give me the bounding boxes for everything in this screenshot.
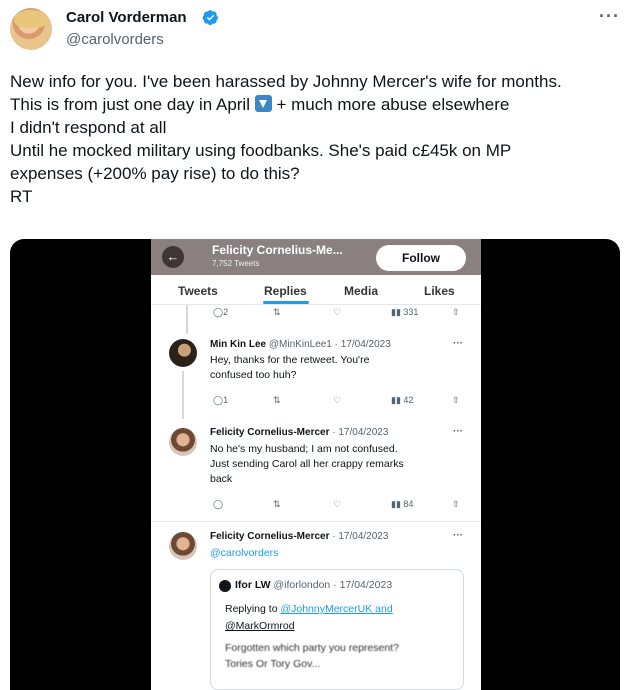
- author-handle[interactable]: @carolvorders: [66, 31, 164, 48]
- retweet-icon: ⇅: [273, 499, 281, 509]
- share-icon: ⇧: [452, 307, 460, 317]
- thread-line: [186, 305, 188, 334]
- share-icon: ⇧: [452, 499, 460, 509]
- tweet-line: RT: [10, 187, 33, 206]
- like-icon: ♡: [333, 307, 342, 317]
- tweet-count: 7,752 Tweets: [212, 259, 260, 268]
- reply-icon: ◯2: [213, 307, 229, 317]
- tweet-line: I didn't respond at all: [10, 118, 167, 137]
- verified-badge-icon: [202, 10, 218, 26]
- profile-header-bar: ← Felicity Cornelius-Me... 7,752 Tweets …: [151, 239, 481, 275]
- avatar: [169, 532, 197, 560]
- tab-likes: Likes: [424, 284, 455, 298]
- active-tab-indicator: [263, 301, 309, 304]
- profile-name: Felicity Cornelius-Me...: [212, 243, 343, 257]
- avatar: [169, 428, 197, 456]
- share-icon: ⇧: [452, 395, 460, 405]
- reply-text: Hey, thanks for the retweet. You're conf…: [210, 354, 370, 381]
- retweet-icon: ⇅: [273, 395, 281, 405]
- author-display-name[interactable]: Carol Vorderman: [66, 9, 187, 26]
- tab-replies: Replies: [264, 284, 307, 298]
- replying-to: Replying to @JohnnyMercerUK and: [225, 603, 393, 615]
- avatar: [219, 580, 231, 592]
- more-icon: ···: [453, 338, 463, 349]
- reply-icon: ◯1: [213, 395, 229, 405]
- reply-icon: ◯: [213, 499, 224, 509]
- tweet-text: New info for you. I've been harassed by …: [10, 70, 625, 208]
- reply-author: Min Kin Lee @MinKinLee1 · 17/04/2023: [210, 339, 391, 350]
- quoted-text: Forgotten which party you represent?: [225, 642, 399, 654]
- replying-to-link: @MarkOrmrod: [225, 620, 295, 632]
- tweet-line: This is from just one day in April + muc…: [10, 95, 510, 114]
- more-icon: ···: [453, 530, 463, 541]
- like-icon: ♡: [333, 395, 342, 405]
- reply-author: Felicity Cornelius-Mercer · 17/04/2023: [210, 531, 389, 542]
- tweet-line: expenses (+200% pay rise) to do this?: [10, 164, 300, 183]
- tweet-line: New info for you. I've been harassed by …: [10, 72, 562, 91]
- embedded-screenshot: ← Felicity Cornelius-Me... 7,752 Tweets …: [151, 239, 481, 690]
- more-icon: ···: [453, 426, 463, 437]
- tab-tweets: Tweets: [178, 284, 218, 298]
- retweet-icon: ⇅: [273, 307, 281, 317]
- profile-tabs: Tweets Replies Media Likes: [151, 275, 481, 305]
- tweet-line: Until he mocked military using foodbanks…: [10, 141, 512, 160]
- reply-author: Felicity Cornelius-Mercer · 17/04/2023: [210, 427, 389, 438]
- author-avatar[interactable]: [10, 8, 52, 50]
- more-icon[interactable]: ···: [599, 6, 620, 27]
- views-icon: ▮▮ 42: [391, 395, 414, 405]
- quoted-tweet: Ifor LW @iforlondon · 17/04/2023 Replyin…: [210, 569, 464, 690]
- divider: [151, 521, 481, 522]
- reply-text: No he's my husband; I am not confused. J…: [210, 443, 404, 485]
- quoted-text: Tories Or Tory Gov...: [225, 658, 321, 670]
- views-icon: ▮▮ 331: [391, 307, 419, 317]
- tab-media: Media: [344, 284, 379, 298]
- mention-link: @carolvorders: [210, 547, 279, 559]
- follow-button: Follow: [376, 245, 466, 271]
- back-arrow-icon: ←: [162, 246, 184, 268]
- tweet-media-image[interactable]: ← Felicity Cornelius-Me... 7,752 Tweets …: [10, 239, 620, 690]
- avatar: [169, 339, 197, 367]
- thread-line: [182, 371, 184, 419]
- views-icon: ▮▮ 84: [391, 499, 414, 509]
- like-icon: ♡: [333, 499, 342, 509]
- quoted-author: Ifor LW @iforlondon · 17/04/2023: [235, 579, 393, 591]
- down-arrow-emoji-icon: [254, 95, 272, 112]
